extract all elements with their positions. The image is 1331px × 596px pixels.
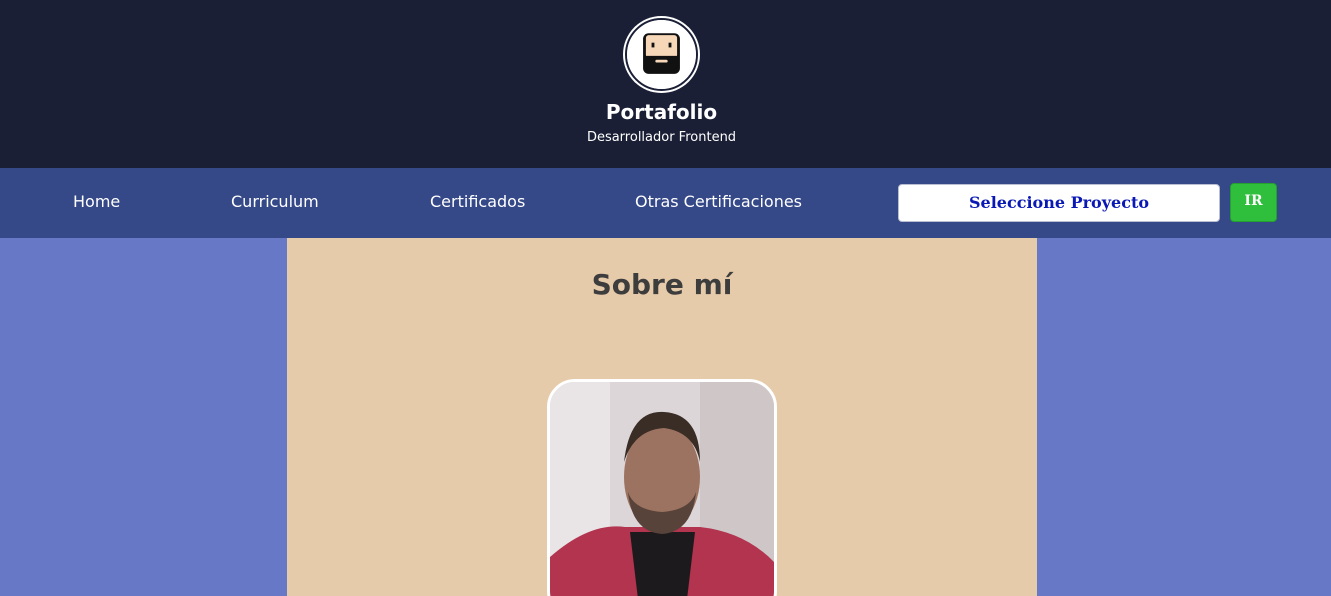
section-title: Sobre mí bbox=[591, 268, 733, 301]
bearded-face-avatar-icon bbox=[625, 18, 698, 91]
site-subtitle: Desarrollador Frontend bbox=[586, 130, 737, 145]
site-title: Portafolio bbox=[605, 100, 718, 124]
project-select[interactable]: Seleccione Proyecto bbox=[898, 184, 1220, 222]
nav-link-curriculum[interactable]: Curriculum bbox=[231, 192, 319, 211]
site-header: Portafolio Desarrollador Frontend bbox=[0, 0, 1331, 168]
nav-link-certificados[interactable]: Certificados bbox=[430, 192, 525, 211]
about-section: Sobre mí bbox=[287, 238, 1037, 596]
main-nav: Home Curriculum Certificados Otras Certi… bbox=[0, 168, 1331, 238]
nav-link-otras-certificaciones[interactable]: Otras Certificaciones bbox=[635, 192, 802, 211]
nav-link-home[interactable]: Home bbox=[73, 192, 120, 211]
go-button[interactable]: IR bbox=[1230, 183, 1277, 222]
profile-photo bbox=[547, 379, 777, 596]
